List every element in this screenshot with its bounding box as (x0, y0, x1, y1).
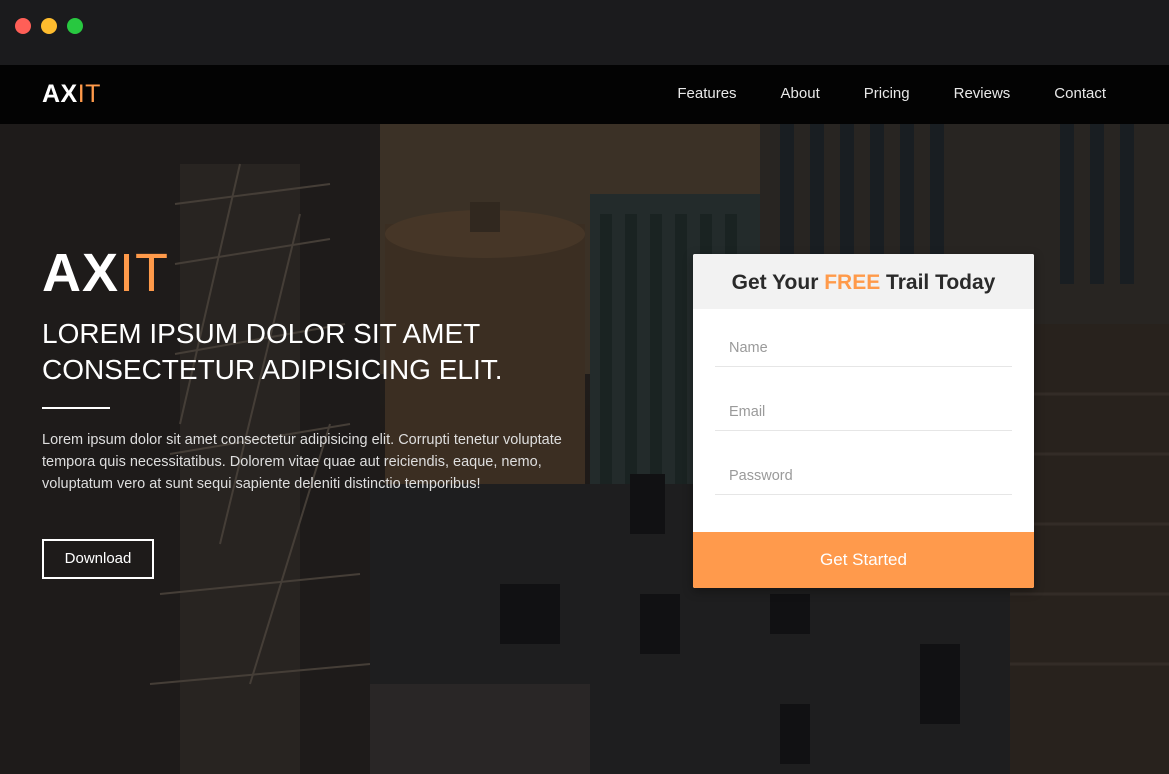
password-input[interactable] (715, 457, 1012, 495)
form-title: Get Your FREE Trail Today (693, 254, 1034, 309)
hero-section: AXIT LOREM IPSUM DOLOR SIT AMET CONSECTE… (0, 124, 1169, 774)
divider-rule (42, 407, 110, 409)
form-title-post: Trail Today (880, 271, 996, 294)
nav-link-reviews[interactable]: Reviews (954, 85, 1011, 102)
headline-line-1: LOREM IPSUM DOLOR SIT AMET (42, 318, 481, 349)
get-started-button[interactable]: Get Started (693, 532, 1034, 588)
download-button[interactable]: Download (42, 539, 154, 579)
brand-part-2: IT (119, 243, 170, 303)
signup-form-card: Get Your FREE Trail Today Get Started (693, 254, 1034, 588)
nav-link-about[interactable]: About (781, 85, 820, 102)
logo-part-1: AX (42, 80, 78, 108)
window-titlebar (0, 0, 1169, 65)
nav-link-pricing[interactable]: Pricing (864, 85, 910, 102)
nav-link-contact[interactable]: Contact (1054, 85, 1106, 102)
navbar: AXIT Features About Pricing Reviews Cont… (0, 65, 1169, 124)
hero-headline: LOREM IPSUM DOLOR SIT AMET CONSECTETUR A… (42, 316, 562, 388)
name-input[interactable] (715, 329, 1012, 367)
nav-link-features[interactable]: Features (677, 85, 736, 102)
logo-part-2: IT (77, 80, 101, 108)
nav-logo[interactable]: AXIT (42, 80, 101, 109)
headline-line-2: CONSECTETUR ADIPISICING ELIT. (42, 354, 503, 385)
brand-part-1: AX (42, 243, 120, 303)
form-title-pre: Get Your (731, 271, 825, 294)
form-title-highlight: FREE (824, 271, 881, 294)
nav-links: Features About Pricing Reviews Contact (677, 85, 1106, 102)
maximize-window-button[interactable] (67, 18, 83, 34)
hero-description: Lorem ipsum dolor sit amet consectetur a… (42, 432, 562, 492)
hero-brand: AXIT (42, 246, 169, 300)
close-window-button[interactable] (15, 18, 31, 34)
email-input[interactable] (715, 393, 1012, 431)
minimize-window-button[interactable] (41, 18, 57, 34)
